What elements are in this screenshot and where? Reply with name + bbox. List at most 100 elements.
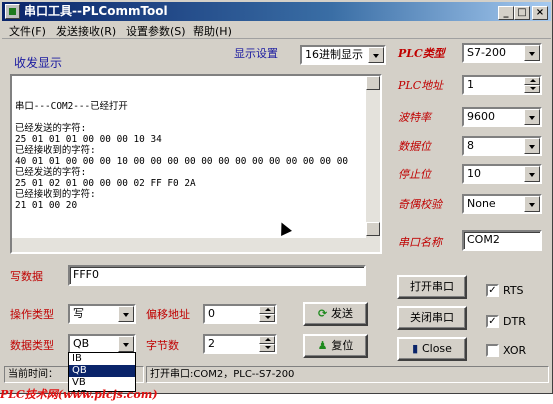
- op-type-value: 写: [73, 307, 84, 320]
- display-mode-value: 16进制显示: [305, 48, 363, 61]
- plc-addr-spin[interactable]: [524, 77, 540, 93]
- scroll-up-icon[interactable]: [366, 76, 380, 90]
- rts-label: RTS: [503, 284, 524, 297]
- receive-log: 串口---COM2---已经打开 已经发送的字符: 25 01 01 01 00…: [15, 101, 349, 211]
- dtr-label: DTR: [503, 315, 526, 328]
- chevron-down-icon[interactable]: [524, 196, 540, 212]
- databits-select[interactable]: 8: [462, 136, 542, 156]
- app-icon: [5, 4, 20, 19]
- status-message-text: 打开串口:COM2，PLC--S7-200: [150, 369, 295, 380]
- data-type-label: 数据类型: [10, 339, 54, 352]
- menu-settings[interactable]: 设置参数(S): [126, 23, 186, 39]
- baud-select[interactable]: 9600: [462, 107, 542, 127]
- close-port-button[interactable]: 关闭串口: [397, 306, 467, 330]
- op-type-label: 操作类型: [10, 308, 54, 321]
- xor-label: XOR: [503, 344, 527, 357]
- plc-type-value: S7-200: [467, 46, 506, 59]
- chevron-down-icon[interactable]: [118, 336, 134, 352]
- write-data-input[interactable]: FFF0: [68, 265, 366, 286]
- xor-checkbox[interactable]: [486, 344, 499, 357]
- person-icon: ♟: [317, 339, 332, 352]
- horizontal-scrollbar[interactable]: [12, 238, 366, 252]
- vertical-scrollbar[interactable]: [366, 76, 380, 252]
- maximize-button[interactable]: □: [514, 6, 530, 20]
- check-icon: ✓: [488, 285, 497, 296]
- close-port-label: 关闭串口: [410, 311, 454, 324]
- receive-text-area[interactable]: 串口---COM2---已经打开 已经发送的字符: 25 01 01 01 00…: [10, 74, 382, 254]
- minimize-button[interactable]: _: [498, 6, 514, 20]
- send-button[interactable]: ⟳ 发送: [303, 302, 368, 326]
- offset-spin[interactable]: [259, 306, 275, 322]
- chevron-down-icon[interactable]: [524, 109, 540, 125]
- open-port-button[interactable]: 打开串口: [397, 275, 467, 299]
- watermark: PLC技术网(www.plcjs.com): [0, 388, 158, 401]
- display-setting-label: 显示设置: [234, 47, 278, 60]
- exit-label: Close: [421, 342, 452, 355]
- stopbits-select[interactable]: 10: [462, 164, 542, 184]
- chevron-down-icon[interactable]: [118, 306, 134, 322]
- chevron-down-icon[interactable]: [524, 138, 540, 154]
- bytes-stepper[interactable]: 2: [203, 334, 277, 354]
- menu-file[interactable]: 文件(F): [9, 23, 46, 39]
- scroll-down-icon[interactable]: [366, 222, 380, 236]
- door-icon: ▮: [412, 342, 422, 355]
- reset-label: 复位: [331, 339, 354, 352]
- plc-addr-stepper[interactable]: 1: [462, 75, 542, 95]
- offset-stepper[interactable]: 0: [203, 304, 277, 324]
- parity-value: None: [467, 197, 496, 210]
- databits-label: 数据位: [398, 140, 431, 153]
- plc-type-label: PLC类型: [398, 47, 445, 60]
- stopbits-value: 10: [467, 167, 481, 180]
- port-label: 串口名称: [398, 236, 442, 249]
- spin-up-icon[interactable]: [524, 77, 540, 85]
- spin-down-icon[interactable]: [259, 314, 275, 322]
- menu-help[interactable]: 帮助(H): [193, 23, 232, 39]
- spin-up-icon[interactable]: [259, 336, 275, 344]
- bytes-label: 字节数: [146, 339, 179, 352]
- rts-checkbox[interactable]: ✓: [486, 284, 499, 297]
- spin-down-icon[interactable]: [524, 85, 540, 93]
- baud-label: 波特率: [398, 111, 431, 124]
- refresh-icon: ⟳: [317, 307, 332, 320]
- receive-group-label: 收发显示: [14, 56, 63, 70]
- op-type-select[interactable]: 写: [68, 304, 136, 324]
- reset-button[interactable]: ♟ 复位: [303, 334, 368, 358]
- data-type-value: QB: [73, 337, 90, 350]
- plc-addr-label: PLC地址: [398, 79, 444, 92]
- spin-down-icon[interactable]: [259, 344, 275, 352]
- baud-value: 9600: [467, 110, 495, 123]
- write-data-label: 写数据: [10, 270, 43, 283]
- data-type-select[interactable]: QB: [68, 334, 136, 354]
- menu-bar: 文件(F) 发送接收(R) 设置参数(S) 帮助(H): [2, 21, 551, 39]
- port-value: COM2: [467, 233, 500, 246]
- plc-addr-value: 1: [467, 78, 474, 91]
- close-window-button[interactable]: ×: [532, 6, 548, 20]
- check-icon: ✓: [488, 316, 497, 327]
- dropdown-option-selected[interactable]: QB: [69, 365, 135, 377]
- status-time-label: 当前时间：: [8, 369, 58, 380]
- exit-button[interactable]: ▮ Close: [397, 337, 467, 361]
- spin-up-icon[interactable]: [259, 306, 275, 314]
- parity-label: 奇偶校验: [398, 198, 442, 211]
- stopbits-label: 停止位: [398, 168, 431, 181]
- parity-select[interactable]: None: [462, 194, 542, 214]
- plc-type-select[interactable]: S7-200: [462, 43, 542, 63]
- dtr-checkbox[interactable]: ✓: [486, 315, 499, 328]
- menu-send-receive[interactable]: 发送接收(R): [56, 23, 116, 39]
- display-mode-select[interactable]: 16进制显示: [300, 45, 386, 65]
- bytes-value: 2: [208, 337, 215, 350]
- dropdown-option[interactable]: IB: [69, 353, 135, 365]
- title-bar: 串口工具--PLCommTool _ □ ×: [2, 2, 551, 21]
- offset-value: 0: [208, 307, 215, 320]
- main-window: 串口工具--PLCommTool _ □ × 文件(F) 发送接收(R) 设置参…: [0, 0, 553, 394]
- bytes-spin[interactable]: [259, 336, 275, 352]
- databits-value: 8: [467, 139, 474, 152]
- chevron-down-icon[interactable]: [368, 47, 384, 63]
- open-port-label: 打开串口: [410, 280, 454, 293]
- chevron-down-icon[interactable]: [524, 45, 540, 61]
- write-data-value: FFF0: [73, 268, 99, 281]
- status-message: 打开串口:COM2，PLC--S7-200: [146, 366, 549, 383]
- offset-label: 偏移地址: [146, 308, 190, 321]
- chevron-down-icon[interactable]: [524, 166, 540, 182]
- port-input[interactable]: COM2: [462, 230, 542, 251]
